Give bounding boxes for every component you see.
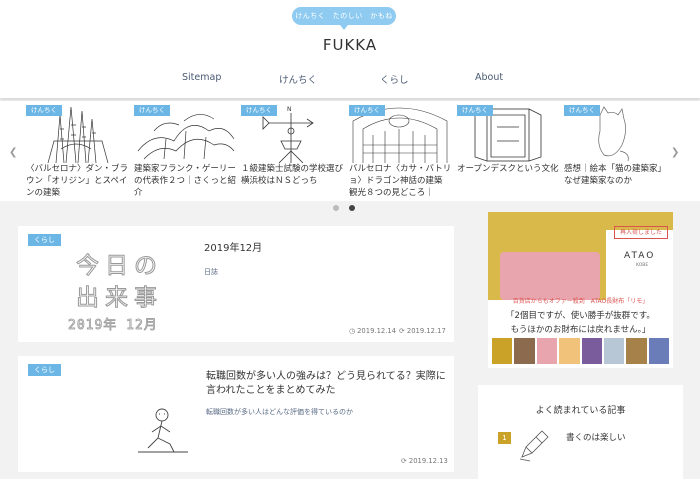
ad-wallet-thumb [648,338,669,364]
published-date-text: 2019.12.14 [357,327,397,335]
slide-title[interactable]: バルセロナ〈カサ・バトリョ〉ドラゴン神話の建築 観光８つの見どころ｜ [349,163,453,199]
post-title[interactable]: 2019年12月 [204,242,444,256]
nav-item-sitemap[interactable]: Sitemap [182,72,221,83]
carousel-slide[interactable]: N けんちく １級建築士試験の学校選び 横浜校はＮＳどっち [241,101,343,201]
slide-title[interactable]: １級建築士試験の学校選び 横浜校はＮＳどっち [241,163,345,199]
post-excerpt: 日誌 [204,268,218,276]
site-tagline: けんちく たのしい かもね [292,7,396,30]
post-card[interactable]: くらし 転職回数が多い人の強みは？どう見られてる？実際に言われたことをまとめてみ… [18,356,454,472]
updated-date-text: 2019.12.13 [408,457,448,465]
main-nav: Sitemap けんちく くらし About [0,72,700,88]
rank-badge: 1 [498,432,511,444]
slide-category-badge[interactable]: けんちく [349,105,385,116]
post-card[interactable]: 今日の 出来事 2019年 12月 くらし 2019年12月 日誌 ◷ 2019… [18,226,454,342]
refresh-icon: ⟳ [399,327,405,335]
carousel-slide[interactable]: けんちく 感想｜絵本「猫の建築家」なぜ建築家なのか [564,101,666,201]
carousel-slide[interactable]: けんちく バルセロナ〈カサ・バトリョ〉ドラゴン神話の建築 観光８つの見どころ｜ [349,101,451,201]
slide-category-badge[interactable]: けんちく [564,105,600,116]
ad-copy: 「2個目ですが、使い勝手が抜群です。 [506,311,655,321]
post-updated-date: ⟳ 2019.12.17 [399,327,446,335]
post-thumbnail: 今日の 出来事 2019年 12月 [28,236,198,336]
post-thumbnail [28,366,198,466]
refresh-icon: ⟳ [401,457,407,465]
ad-wallet-thumb [581,338,602,364]
svg-text:N: N [287,106,292,113]
slide-category-badge[interactable]: けんちく [241,105,277,116]
person-sitting-sketch [138,408,188,453]
carousel-slide[interactable]: けんちく 〈バルセロナ〉ダン・ブラウン「オリジン」とスペインの建築 [26,101,128,201]
slide-category-badge[interactable]: けんちく [134,105,170,116]
nav-item-about[interactable]: About [475,72,503,83]
post-category-badge[interactable]: くらし [28,364,61,376]
site-header: けんちく たのしい かもね FUKKA Sitemap けんちく くらし Abo… [0,0,700,98]
featured-carousel: ❮ ❯ けんちく 〈バルセロナ〉ダン・ブラウン「オリジン」とスペインの建築 けん… [0,101,700,201]
slide-title[interactable]: オープンデスクという文化 [457,163,561,199]
slide-category-badge[interactable]: けんちく [457,105,493,116]
post-published-date: ◷ 2019.12.14 [349,327,396,335]
thumb-text: 出来事 [76,285,163,312]
post-updated-date: ⟳ 2019.12.13 [401,457,448,465]
ad-wallet-thumb [559,338,580,364]
slide-title[interactable]: 建築家フランク・ゲーリーの代表作２つ｜さくっと紹介 [134,163,238,199]
ad-brand-sub: KOBE [636,263,649,268]
ad-wallet-strip [492,338,669,364]
carousel-dot[interactable] [333,205,339,211]
ad-wallet-thumb [626,338,647,364]
ad-wallet-pink [500,252,600,300]
updated-date-text: 2019.12.17 [406,327,446,335]
ad-wallet-thumb [536,338,558,364]
carousel-prev-icon[interactable]: ❮ [9,147,17,158]
ad-copy: もうほかのお財布には戻れません。」 [510,325,651,335]
ad-restock-button[interactable]: 再入荷しました [614,226,668,239]
popular-posts-widget: よく読まれている記事 1 書くのは楽しい [478,385,683,479]
carousel-slide[interactable]: けんちく 建築家フランク・ゲーリーの代表作２つ｜さくっと紹介 [134,101,236,201]
ad-wallet-thumb [514,338,535,364]
sidebar-ad[interactable]: 再入荷しました ATAO KOBE 百貨店からもオファー殺到 ATAO長財布「リ… [488,212,673,368]
site-title[interactable]: FUKKA [0,36,700,54]
popular-post-title[interactable]: 書くのは楽しい [566,431,626,443]
ad-brand: ATAO [624,251,656,261]
nav-item-kenchiku[interactable]: けんちく [279,72,317,86]
post-excerpt: 転職回数が多い人はどんな評価を得ているのか [206,408,353,416]
thumb-text: 2019年 12月 [68,318,158,334]
slide-title[interactable]: 〈バルセロナ〉ダン・ブラウン「オリジン」とスペインの建築 [26,163,130,199]
post-title[interactable]: 転職回数が多い人の強みは？どう見られてる？実際に言われたことをまとめてみた [206,370,450,398]
ad-wallet-thumb [492,338,513,364]
clock-icon: ◷ [349,327,355,335]
fountain-pen-sketch [519,430,549,462]
thumb-text: 今日の [76,253,163,280]
carousel-next-icon[interactable]: ❯ [671,147,679,158]
carousel-slide[interactable]: けんちく オープンデスクという文化 [457,101,559,201]
slide-category-badge[interactable]: けんちく [26,105,62,116]
nav-item-kurashi[interactable]: くらし [380,72,409,86]
slide-title[interactable]: 感想｜絵本「猫の建築家」なぜ建築家なのか [564,163,668,199]
ad-wallet-thumb [603,338,625,364]
ad-banner-text: 百貨店からもオファー殺到 ATAO長財布「リモ」 [512,298,649,305]
post-category-badge[interactable]: くらし [28,234,61,246]
popular-heading: よく読まれている記事 [535,406,626,416]
carousel-dot-active[interactable] [349,205,355,211]
